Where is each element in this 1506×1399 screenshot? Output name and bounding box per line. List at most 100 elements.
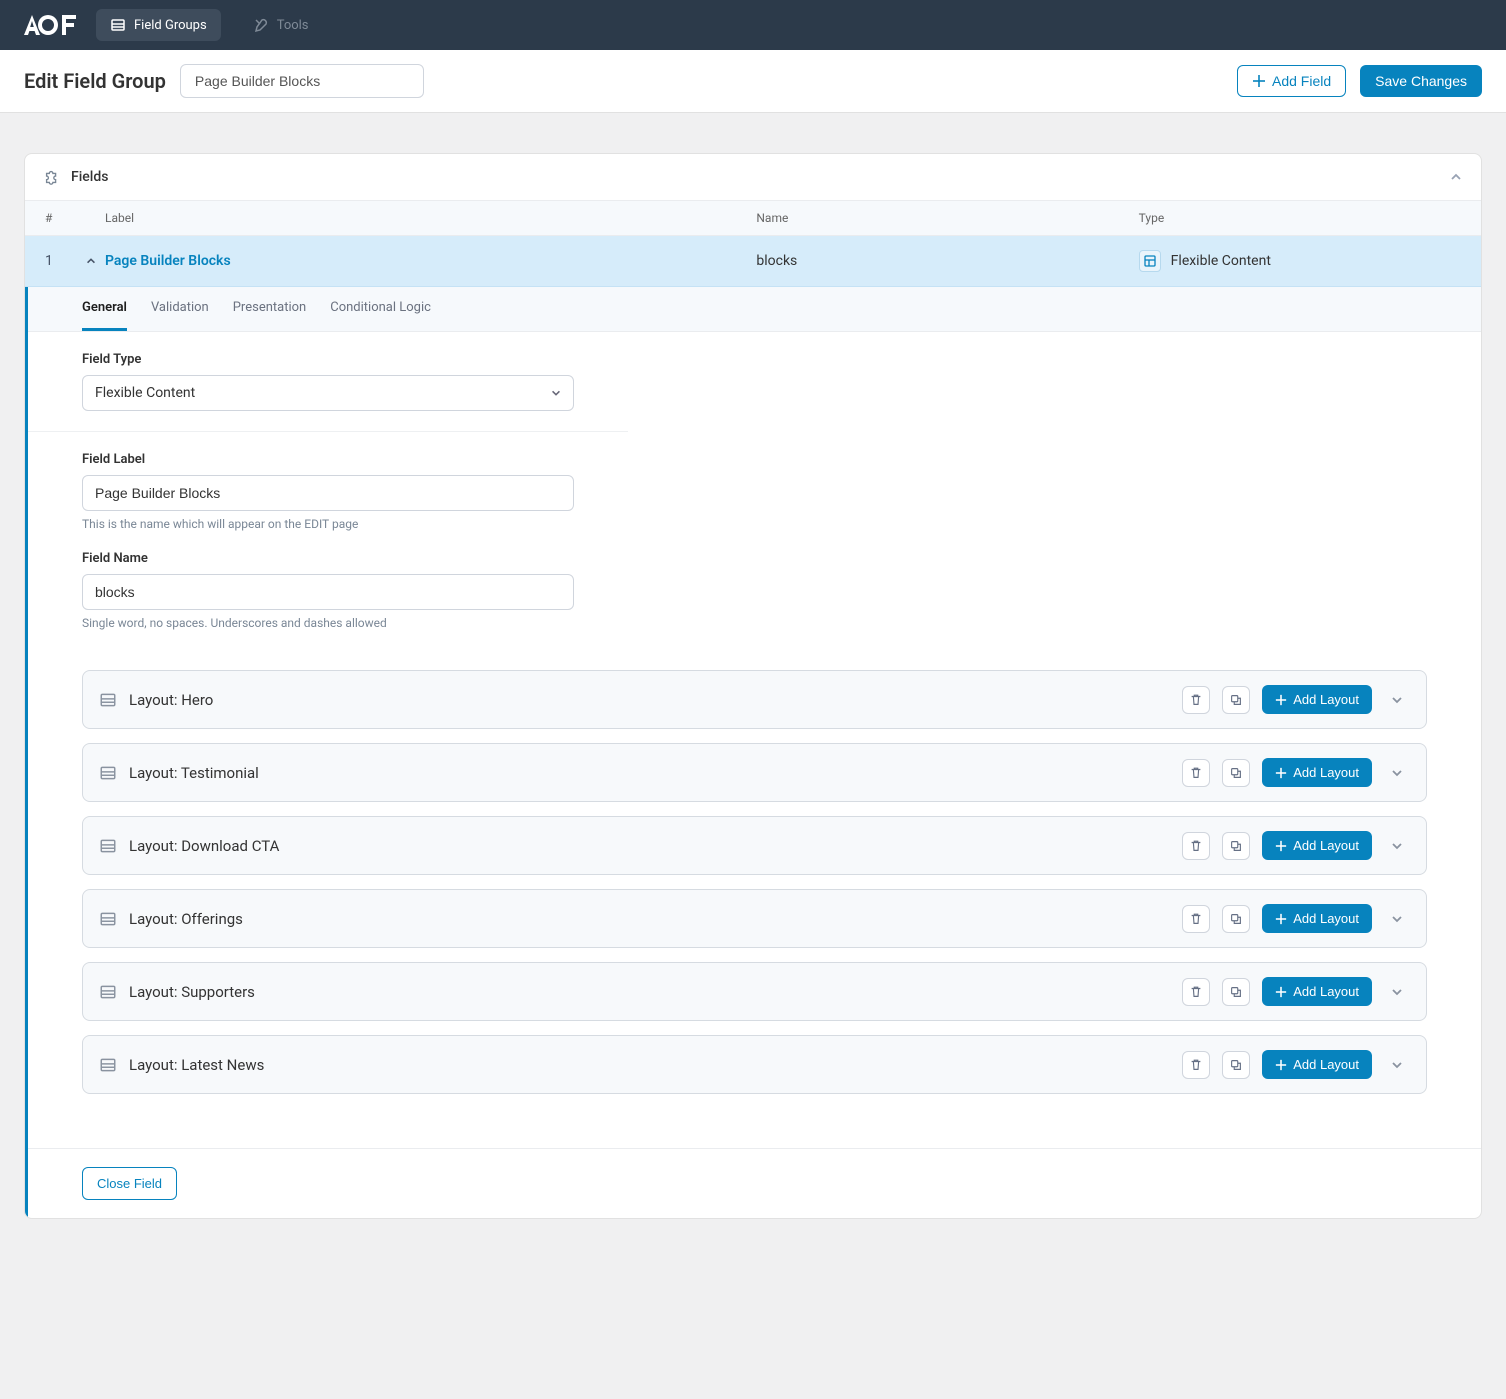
duplicate-layout-button[interactable] [1222, 686, 1250, 714]
col-num: # [45, 211, 85, 225]
layout-icon [99, 764, 117, 782]
delete-layout-button[interactable] [1182, 686, 1210, 714]
layers-icon [110, 17, 126, 33]
chevron-down-icon[interactable] [1384, 766, 1410, 780]
field-editor: General Validation Presentation Conditio… [25, 287, 1481, 1218]
trash-icon [1189, 693, 1203, 707]
add-field-label: Add Field [1272, 74, 1331, 88]
col-name: Name [756, 211, 1138, 225]
save-changes-button[interactable]: Save Changes [1360, 65, 1482, 97]
add-layout-button[interactable]: Add Layout [1262, 977, 1372, 1006]
duplicate-icon [1229, 693, 1243, 707]
add-layout-label: Add Layout [1293, 838, 1359, 853]
field-name-input[interactable] [82, 574, 574, 610]
delete-layout-button[interactable] [1182, 978, 1210, 1006]
delete-layout-button[interactable] [1182, 1051, 1210, 1079]
duplicate-icon [1229, 766, 1243, 780]
plus-icon [1275, 1059, 1287, 1071]
tab-general[interactable]: General [82, 287, 127, 331]
delete-layout-button[interactable] [1182, 759, 1210, 787]
chevron-up-icon[interactable] [85, 255, 105, 267]
field-row-label[interactable]: Page Builder Blocks [105, 253, 231, 269]
header-bar: Edit Field Group Add Field Save Changes [0, 50, 1506, 113]
tab-conditional-logic[interactable]: Conditional Logic [330, 287, 431, 331]
layout-icon [99, 910, 117, 928]
trash-icon [1189, 766, 1203, 780]
trash-icon [1189, 985, 1203, 999]
add-layout-button[interactable]: Add Layout [1262, 758, 1372, 787]
chevron-down-icon[interactable] [1384, 985, 1410, 999]
add-layout-button[interactable]: Add Layout [1262, 685, 1372, 714]
layout-title: Layout: Offerings [129, 910, 243, 928]
top-bar: Field Groups Tools [0, 0, 1506, 50]
chevron-up-icon[interactable] [1449, 170, 1463, 184]
chevron-down-icon[interactable] [1384, 912, 1410, 926]
nav-field-groups[interactable]: Field Groups [96, 9, 221, 41]
delete-layout-button[interactable] [1182, 832, 1210, 860]
duplicate-layout-button[interactable] [1222, 832, 1250, 860]
add-layout-button[interactable]: Add Layout [1262, 831, 1372, 860]
duplicate-layout-button[interactable] [1222, 978, 1250, 1006]
duplicate-icon [1229, 985, 1243, 999]
col-label: Label [105, 211, 756, 225]
duplicate-icon [1229, 1058, 1243, 1072]
chevron-down-icon[interactable] [1384, 839, 1410, 853]
tools-icon [253, 17, 269, 33]
layout-icon [99, 837, 117, 855]
layout-icon [99, 691, 117, 709]
nav-field-groups-label: Field Groups [134, 18, 207, 33]
plus-icon [1275, 694, 1287, 706]
fields-column-header: # Label Name Type [25, 201, 1481, 236]
field-name-help: Single word, no spaces. Underscores and … [82, 616, 574, 630]
puzzle-icon [43, 168, 61, 186]
add-field-button[interactable]: Add Field [1237, 65, 1346, 97]
duplicate-layout-button[interactable] [1222, 1051, 1250, 1079]
layout-card: Layout: Latest News Add Layout [82, 1035, 1427, 1094]
tab-presentation[interactable]: Presentation [233, 287, 307, 331]
add-layout-label: Add Layout [1293, 984, 1359, 999]
plus-icon [1275, 767, 1287, 779]
duplicate-layout-button[interactable] [1222, 759, 1250, 787]
nav-tools-label: Tools [277, 18, 309, 33]
layout-title: Layout: Download CTA [129, 837, 279, 855]
nav-tools[interactable]: Tools [239, 9, 323, 41]
field-type-select[interactable]: Flexible Content [82, 375, 574, 411]
save-changes-label: Save Changes [1375, 74, 1467, 88]
layout-card: Layout: Supporters Add Layout [82, 962, 1427, 1021]
duplicate-layout-button[interactable] [1222, 905, 1250, 933]
trash-icon [1189, 839, 1203, 853]
field-row-number: 1 [45, 253, 85, 269]
add-layout-button[interactable]: Add Layout [1262, 904, 1372, 933]
add-layout-button[interactable]: Add Layout [1262, 1050, 1372, 1079]
layout-icon [99, 1056, 117, 1074]
field-group-title-input[interactable] [180, 64, 424, 98]
field-row-name: blocks [756, 253, 1138, 269]
plus-icon [1275, 986, 1287, 998]
field-label-help: This is the name which will appear on th… [82, 517, 574, 531]
layout-card: Layout: Offerings Add Layout [82, 889, 1427, 948]
flexible-content-icon [1139, 250, 1161, 272]
fields-panel-header[interactable]: Fields [25, 154, 1481, 201]
plus-icon [1252, 74, 1266, 88]
duplicate-icon [1229, 912, 1243, 926]
fields-panel-title: Fields [71, 169, 108, 185]
tab-validation[interactable]: Validation [151, 287, 209, 331]
add-layout-label: Add Layout [1293, 1057, 1359, 1072]
chevron-down-icon[interactable] [1384, 693, 1410, 707]
field-row[interactable]: 1 Page Builder Blocks blocks Flexible Co… [25, 236, 1481, 287]
close-field-button[interactable]: Close Field [82, 1167, 177, 1200]
add-layout-label: Add Layout [1293, 911, 1359, 926]
delete-layout-button[interactable] [1182, 905, 1210, 933]
field-label-label: Field Label [82, 452, 574, 467]
duplicate-icon [1229, 839, 1243, 853]
add-layout-label: Add Layout [1293, 765, 1359, 780]
field-row-type: Flexible Content [1171, 253, 1271, 269]
layout-card: Layout: Download CTA Add Layout [82, 816, 1427, 875]
field-name-label: Field Name [82, 551, 574, 566]
layout-card: Layout: Testimonial Add Layout [82, 743, 1427, 802]
layout-icon [99, 983, 117, 1001]
field-label-input[interactable] [82, 475, 574, 511]
chevron-down-icon[interactable] [1384, 1058, 1410, 1072]
acf-logo [24, 15, 78, 35]
field-tabs: General Validation Presentation Conditio… [28, 287, 1481, 332]
